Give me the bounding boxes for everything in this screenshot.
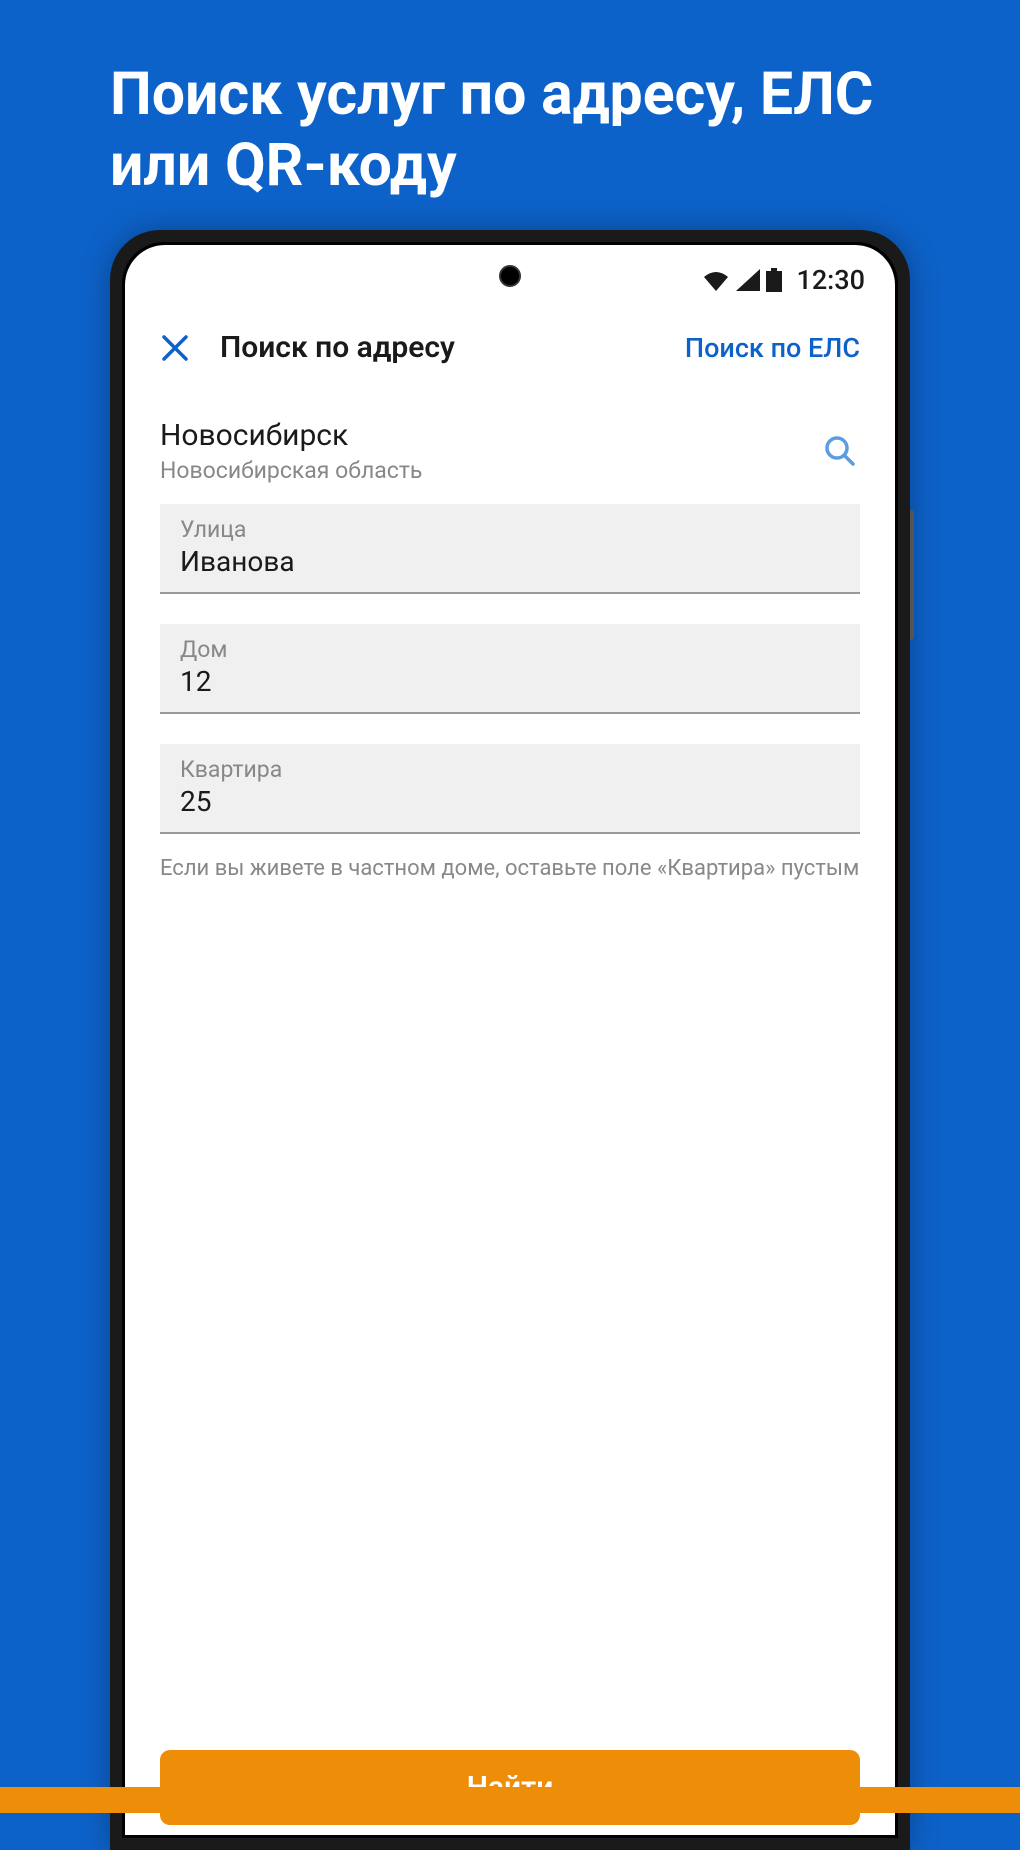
search-city-button[interactable] xyxy=(820,431,860,471)
city-selector[interactable]: Новосибирск Новосибирская область xyxy=(125,390,895,504)
street-field[interactable]: Улица Иванова xyxy=(160,504,860,594)
promo-title: Поиск услуг по адресу, ЕЛС или QR-коду xyxy=(0,0,1020,242)
city-info: Новосибирск Новосибирская область xyxy=(160,418,422,484)
house-value: 12 xyxy=(180,665,840,698)
phone-side-button xyxy=(910,510,914,640)
city-name: Новосибирск xyxy=(160,418,422,453)
close-icon xyxy=(162,335,188,361)
house-field[interactable]: Дом 12 xyxy=(160,624,860,714)
phone-camera xyxy=(499,265,521,287)
close-button[interactable] xyxy=(160,333,190,363)
page-title: Поиск по адресу xyxy=(220,330,655,365)
phone-screen: 12:30 Поиск по адресу Поиск по ЕЛС Новос… xyxy=(125,245,895,1835)
search-by-els-link[interactable]: Поиск по ЕЛС xyxy=(685,332,860,364)
street-label: Улица xyxy=(180,516,840,543)
phone-inner-frame: 12:30 Поиск по адресу Поиск по ЕЛС Новос… xyxy=(122,242,898,1838)
battery-icon xyxy=(766,268,782,292)
form-fields: Улица Иванова Дом 12 Квартира 25 Если вы… xyxy=(125,504,895,885)
orange-bottom-bar xyxy=(0,1787,1020,1813)
apartment-label: Квартира xyxy=(180,756,840,783)
status-time: 12:30 xyxy=(796,264,865,296)
apartment-value: 25 xyxy=(180,785,840,818)
search-icon xyxy=(823,434,857,468)
apartment-hint: Если вы живете в частном доме, оставьте … xyxy=(160,854,860,885)
street-value: Иванова xyxy=(180,545,840,578)
app-header: Поиск по адресу Поиск по ЕЛС xyxy=(125,305,895,390)
phone-frame: 12:30 Поиск по адресу Поиск по ЕЛС Новос… xyxy=(110,230,910,1850)
city-region: Новосибирская область xyxy=(160,457,422,484)
cellular-icon xyxy=(736,269,760,291)
apartment-field[interactable]: Квартира 25 xyxy=(160,744,860,834)
wifi-icon xyxy=(702,269,730,291)
house-label: Дом xyxy=(180,636,840,663)
status-icons xyxy=(702,268,782,292)
